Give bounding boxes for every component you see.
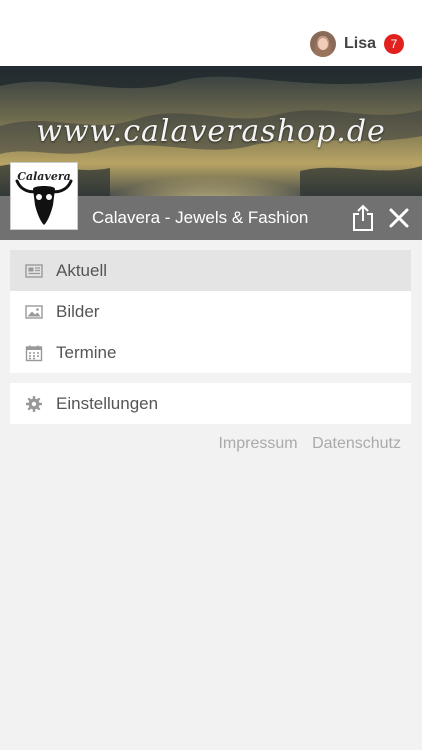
avatar[interactable]: [309, 31, 336, 57]
share-icon: [353, 204, 373, 231]
footer-links: Impressum Datenschutz: [208, 435, 401, 453]
user-profile[interactable]: Lisa 7: [309, 30, 404, 58]
datenschutz-link[interactable]: Datenschutz: [312, 435, 401, 452]
menu-item-einstellungen[interactable]: Einstellungen: [10, 383, 411, 424]
menu-item-label: Bilder: [56, 301, 100, 321]
top-bar: Lisa 7: [0, 0, 422, 66]
newspaper-icon: [25, 263, 43, 278]
app-title: Calavera - Jewels & Fashion: [92, 208, 309, 227]
close-button[interactable]: [386, 204, 412, 232]
close-icon: [389, 208, 409, 228]
menu-item-termine[interactable]: Termine: [10, 332, 411, 373]
settings-menu: Einstellungen: [10, 383, 411, 424]
image-icon: [25, 304, 43, 319]
logo-text: Calavera: [17, 170, 71, 183]
menu-item-aktuell[interactable]: Aktuell: [10, 250, 411, 291]
username[interactable]: Lisa: [344, 35, 376, 53]
share-button[interactable]: [351, 204, 375, 232]
menu-item-bilder[interactable]: Bilder: [10, 291, 411, 332]
menu-item-label: Einstellungen: [56, 393, 159, 413]
main-menu: Aktuell Bilder Termine: [10, 250, 411, 373]
menu-item-label: Termine: [56, 342, 117, 362]
gear-icon: [26, 395, 42, 412]
banner-url-text: www.calaverashop.de: [36, 114, 386, 149]
app-logo: Calavera: [10, 162, 78, 230]
menu-item-label: Aktuell: [56, 260, 108, 280]
impressum-link[interactable]: Impressum: [218, 435, 297, 452]
notification-badge[interactable]: 7: [384, 34, 404, 54]
calendar-icon: [25, 345, 43, 361]
